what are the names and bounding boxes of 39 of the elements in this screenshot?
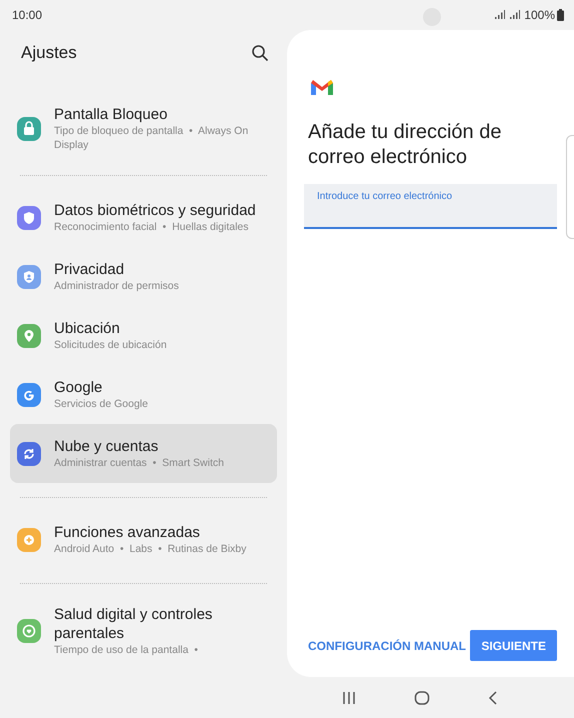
settings-item[interactable]: Nube y cuentas Administrar cuentas • Smart Switch xyxy=(10,424,277,483)
item-subtitle: Administrador de permisos xyxy=(54,279,179,293)
settings-title: Ajustes xyxy=(21,43,77,63)
manual-setup-link[interactable]: CONFIGURACIÓN MANUAL xyxy=(308,630,466,661)
signal-icon xyxy=(494,10,506,20)
item-title: Nube y cuentas xyxy=(54,437,160,456)
item-title: Funciones avanzadas xyxy=(54,523,201,542)
item-title: Privacidad xyxy=(54,260,126,279)
item-title: Salud digital y controles parentales xyxy=(54,605,214,643)
next-button[interactable]: SIGUIENTE xyxy=(470,630,557,661)
item-subtitle: Tiempo de uso de la pantalla • xyxy=(54,643,199,657)
item-subtitle: Tipo de bloqueo de pantalla • Always On Display xyxy=(54,124,250,152)
settings-item[interactable]: Pantalla Bloqueo Tipo de bloqueo de pantalla • Always On Display xyxy=(10,96,277,161)
settings-item[interactable]: Salud digital y controles parentales Tiempo de uso de la pantalla • xyxy=(10,596,277,666)
back-icon[interactable] xyxy=(488,690,498,704)
settings-item[interactable]: Google Servicios de Google xyxy=(10,365,277,424)
recent-apps-icon[interactable] xyxy=(342,690,356,704)
item-subtitle: Solicitudes de ubicación xyxy=(54,338,167,352)
settings-item[interactable]: Ubicación Solicitudes de ubicación xyxy=(10,306,277,365)
email-field[interactable]: Introduce tu correo electrónico xyxy=(304,184,557,229)
item-title: Datos biométricos y seguridad xyxy=(54,201,256,220)
settings-item[interactable]: Funciones avanzadas Android Auto • Labs • Rutinas de Bixby xyxy=(10,510,277,569)
item-title: Google xyxy=(54,378,104,397)
battery-percent: 100% xyxy=(524,8,555,22)
home-icon[interactable] xyxy=(414,690,430,706)
item-subtitle: Administrar cuentas • Smart Switch xyxy=(54,456,224,470)
search-icon[interactable] xyxy=(251,44,269,62)
battery-icon xyxy=(557,9,564,21)
settings-item[interactable]: Privacidad Administrador de permisos xyxy=(10,247,277,306)
page-heading: Añade tu dirección de correo electrónico xyxy=(308,120,502,170)
item-subtitle: Android Auto • Labs • Rutinas de Bixby xyxy=(54,542,246,556)
item-title: Pantalla Bloqueo xyxy=(54,105,168,124)
settings-item[interactable]: Datos biométricos y seguridad Reconocimiento facial • Huellas digitales xyxy=(10,188,277,247)
item-title: Ubicación xyxy=(54,319,121,338)
clock: 10:00 xyxy=(12,8,42,22)
item-subtitle: Reconocimiento facial • Huellas digitales xyxy=(54,220,250,234)
signal-icon xyxy=(509,10,520,20)
mail-logo-icon xyxy=(311,80,333,96)
item-subtitle: Servicios de Google xyxy=(54,397,148,411)
